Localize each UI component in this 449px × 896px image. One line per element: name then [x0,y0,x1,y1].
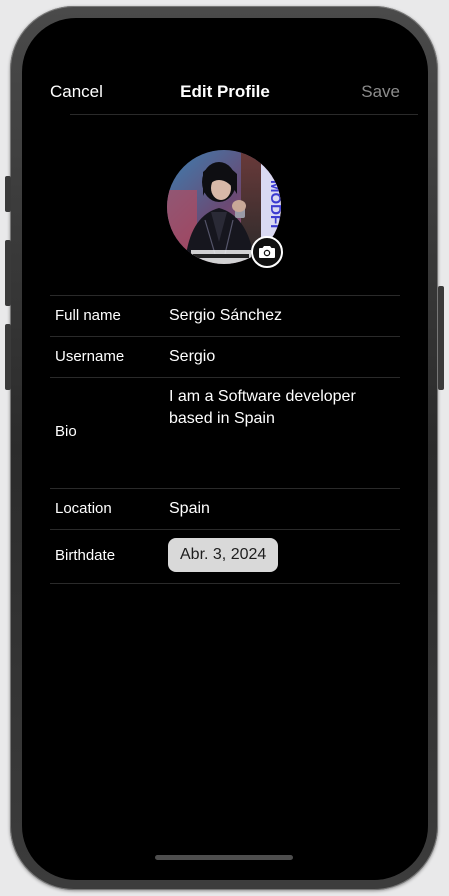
screen: Edit Profile Cancel Save MODFI Full name… [22,18,428,880]
cancel-button[interactable]: Cancel [50,80,103,104]
full-name-row: Full name Sergio Sánchez [50,295,400,336]
birthdate-picker[interactable]: Abr. 3, 2024 [168,538,279,572]
volume-down-button [5,324,11,390]
username-row: Username Sergio [50,336,400,377]
full-name-label: Full name [55,307,121,324]
nav-divider [70,114,418,115]
username-field[interactable]: Sergio [169,347,215,367]
save-button[interactable]: Save [361,80,400,104]
volume-up-button [5,240,11,306]
username-label: Username [55,348,125,365]
navigation-bar: Edit Profile Cancel Save [22,80,428,108]
profile-form: Full name Sergio Sánchez Username Sergio… [50,295,400,584]
avatar-overlay-text: MODFI [267,180,281,228]
location-field[interactable]: Spain [169,499,210,519]
power-button [438,286,444,390]
bio-label: Bio [55,423,77,440]
birthdate-label: Birthdate [55,547,116,564]
camera-icon [259,246,275,258]
bio-row: Bio I am a Software developer based in S… [50,377,400,488]
full-name-field[interactable]: Sergio Sánchez [169,306,282,326]
home-indicator[interactable] [155,855,293,860]
mute-switch [5,176,11,212]
location-label: Location [55,500,112,517]
location-row: Location Spain [50,488,400,529]
birthdate-row: Birthdate Abr. 3, 2024 [50,529,400,584]
change-photo-button[interactable] [251,236,283,268]
bio-field[interactable]: I am a Software developer based in Spain [169,386,389,430]
